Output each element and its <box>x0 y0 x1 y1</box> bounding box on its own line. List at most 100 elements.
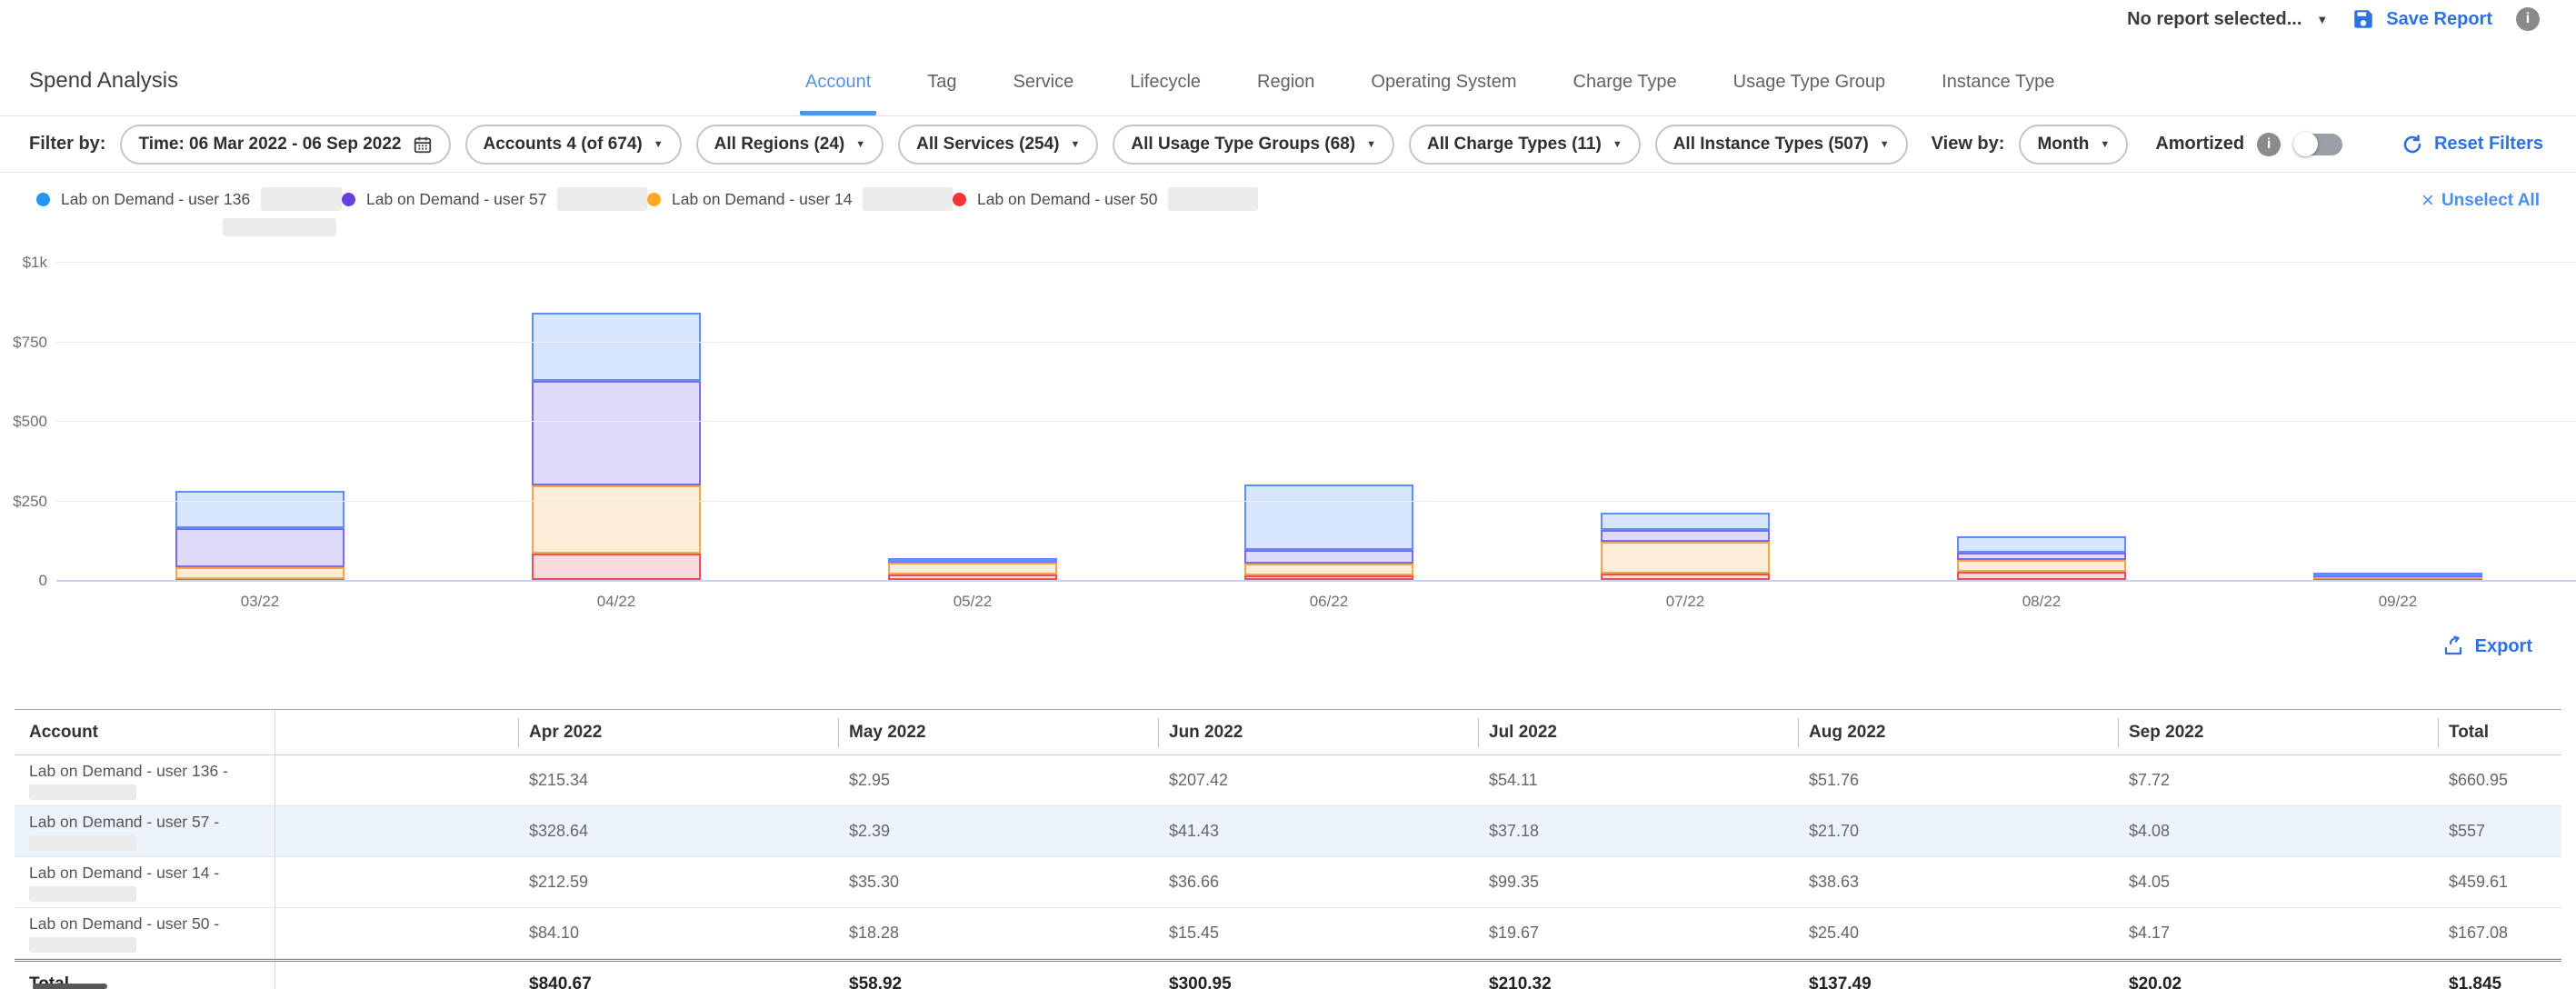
reset-filters-label: Reset Filters <box>2434 134 2543 155</box>
legend-dot-icon <box>953 193 966 206</box>
table-row-lab-on-demand-user-14[interactable]: Lab on Demand - user 14 -$212.59$35.30$3… <box>15 857 2561 908</box>
column-header-jul-2022[interactable]: Jul 2022 <box>1478 710 1798 754</box>
info-icon[interactable]: i <box>2516 7 2540 31</box>
legend-dot-icon <box>342 193 355 206</box>
legend-item-lab-on-demand-user-136[interactable]: Lab on Demand - user 136 <box>36 187 342 236</box>
bar-segment-lab-on-demand-user-14[interactable] <box>1957 560 2126 573</box>
account-cell: Lab on Demand - user 136 - <box>15 755 275 805</box>
calendar-icon <box>413 135 433 155</box>
filter-dropdown-all-usage-type-groups-68[interactable]: All Usage Type Groups (68)▼ <box>1113 125 1394 165</box>
filter-dropdown-accounts-4-of-674[interactable]: Accounts 4 (of 674)▼ <box>465 125 682 165</box>
value-cell: $41.43 <box>1158 806 1478 856</box>
column-header-jun-2022[interactable]: Jun 2022 <box>1158 710 1478 754</box>
spacer-cell <box>275 857 518 907</box>
bar-segment-lab-on-demand-user-14[interactable] <box>888 563 1057 574</box>
total-value-cell: $58.92 <box>838 962 1158 989</box>
tab-instance-type[interactable]: Instance Type <box>1936 72 2060 115</box>
amortized-info-icon[interactable]: i <box>2257 133 2281 156</box>
bar-segment-lab-on-demand-user-136[interactable] <box>1601 513 1770 530</box>
tab-tag[interactable]: Tag <box>922 72 962 115</box>
amortized-toggle[interactable] <box>2293 134 2342 155</box>
column-header-aug-2022[interactable]: Aug 2022 <box>1798 710 2118 754</box>
bar-segment-lab-on-demand-user-136[interactable] <box>1957 536 2126 553</box>
tab-service[interactable]: Service <box>1008 72 1080 115</box>
table-row-lab-on-demand-user-50[interactable]: Lab on Demand - user 50 -$84.10$18.28$15… <box>15 908 2561 959</box>
filter-dropdown-all-regions-24[interactable]: All Regions (24)▼ <box>696 125 884 165</box>
bar-segment-lab-on-demand-user-14[interactable] <box>1601 542 1770 574</box>
cell-value: $137.49 <box>1809 974 1872 989</box>
toggle-knob <box>2293 132 2318 156</box>
save-report-button[interactable]: Save Report <box>2351 7 2492 31</box>
total-value-cell: $137.49 <box>1798 962 2118 989</box>
table-row-lab-on-demand-user-136[interactable]: Lab on Demand - user 136 -$215.34$2.95$2… <box>15 755 2561 806</box>
view-by-dropdown[interactable]: Month ▼ <box>2019 125 2128 165</box>
legend-item-lab-on-demand-user-57[interactable]: Lab on Demand - user 57 <box>342 187 647 236</box>
legend-item-lab-on-demand-user-14[interactable]: Lab on Demand - user 14 <box>647 187 953 236</box>
account-name: Lab on Demand - user 57 - <box>29 813 219 831</box>
bar-segment-lab-on-demand-user-57[interactable] <box>1601 530 1770 542</box>
cell-value: $20.02 <box>2129 974 2182 989</box>
report-selector-dropdown[interactable]: No report selected... ▼ <box>2127 9 2328 30</box>
bar-segment-lab-on-demand-user-50[interactable] <box>1957 572 2126 580</box>
bar-segment-lab-on-demand-user-14[interactable] <box>1244 564 1413 575</box>
cell-value: $15.45 <box>1169 924 1219 943</box>
filter-dropdown-label: All Regions (24) <box>714 135 845 155</box>
column-header-sep-2022[interactable]: Sep 2022 <box>2118 710 2438 754</box>
tabs: Account Tag Service Lifecycle Region Operatin… <box>800 72 2060 115</box>
bar-segment-lab-on-demand-user-57[interactable] <box>1957 553 2126 560</box>
filter-dropdown-all-services-254[interactable]: All Services (254)▼ <box>898 125 1098 165</box>
bar-segment-lab-on-demand-user-136[interactable] <box>2313 573 2482 576</box>
bar-segment-lab-on-demand-user-136[interactable] <box>532 313 701 381</box>
value-cell: $4.08 <box>2118 806 2438 856</box>
cell-value: $459.61 <box>2449 873 2508 892</box>
bar-segment-lab-on-demand-user-57[interactable] <box>175 528 344 567</box>
column-header-apr-2022[interactable]: Apr 2022 <box>518 710 838 754</box>
value-cell: $51.76 <box>1798 755 2118 805</box>
bar-segment-lab-on-demand-user-50[interactable] <box>1601 574 1770 580</box>
bar-segment-lab-on-demand-user-136[interactable] <box>175 491 344 528</box>
amortized-label: Amortized <box>2155 134 2244 155</box>
cell-value: $7.72 <box>2129 771 2170 790</box>
cell-value: $38.63 <box>1809 873 1859 892</box>
value-cell: $2.95 <box>838 755 1158 805</box>
chevron-down-icon: ▼ <box>1071 139 1081 150</box>
export-label: Export <box>2475 636 2532 657</box>
account-cell-inner: Lab on Demand - user 136 - <box>29 762 228 800</box>
column-header-total[interactable]: Total <box>2438 710 2561 754</box>
bar-segment-lab-on-demand-user-136[interactable] <box>1244 485 1413 551</box>
spend-table: AccountApr 2022May 2022Jun 2022Jul 2022A… <box>15 709 2561 989</box>
filter-dropdown-all-instance-types-507[interactable]: All Instance Types (507)▼ <box>1655 125 1908 165</box>
column-header-may-2022[interactable]: May 2022 <box>838 710 1158 754</box>
cell-value: $4.08 <box>2129 822 2170 841</box>
time-filter[interactable]: Time: 06 Mar 2022 - 06 Sep 2022 <box>120 125 450 165</box>
tab-account[interactable]: Account <box>800 72 876 115</box>
tab-lifecycle[interactable]: Lifecycle <box>1124 72 1206 115</box>
unselect-all-button[interactable]: × Unselect All <box>2421 191 2540 211</box>
bar-segment-lab-on-demand-user-14[interactable] <box>532 485 701 553</box>
redacted-text <box>223 218 336 236</box>
tab-usage-type-group[interactable]: Usage Type Group <box>1728 72 1892 115</box>
tab-region[interactable]: Region <box>1252 72 1320 115</box>
legend-item-lab-on-demand-user-50[interactable]: Lab on Demand - user 50 <box>953 187 1258 236</box>
horizontal-scrollbar-thumb[interactable] <box>33 984 107 989</box>
top-bar: No report selected... ▼ Save Report i <box>0 0 2576 38</box>
filter-dropdown-label: All Usage Type Groups (68) <box>1131 135 1355 155</box>
bar-segment-lab-on-demand-user-57[interactable] <box>1244 550 1413 564</box>
cell-value: $167.08 <box>2449 924 2508 943</box>
filter-dropdown-all-charge-types-11[interactable]: All Charge Types (11)▼ <box>1409 125 1641 165</box>
bar-segment-lab-on-demand-user-57[interactable] <box>532 381 701 485</box>
reset-filters-button[interactable]: Reset Filters <box>2401 134 2543 155</box>
bar-segment-lab-on-demand-user-14[interactable] <box>175 567 344 579</box>
bar-segment-lab-on-demand-user-136[interactable] <box>888 558 1057 562</box>
redacted-text <box>863 187 953 211</box>
value-cell: $7.72 <box>2118 755 2438 805</box>
bar-segment-lab-on-demand-user-50[interactable] <box>532 554 701 580</box>
value-cell: $660.95 <box>2438 755 2561 805</box>
table-row-lab-on-demand-user-57[interactable]: Lab on Demand - user 57 -$328.64$2.39$41… <box>15 806 2561 857</box>
cell-value: $2.95 <box>849 771 890 790</box>
export-button[interactable]: Export <box>2442 635 2532 657</box>
table-header-row: AccountApr 2022May 2022Jun 2022Jul 2022A… <box>15 710 2561 755</box>
y-axis-tick-label: $750 <box>0 334 47 352</box>
tab-operating-system[interactable]: Operating System <box>1365 72 1522 115</box>
tab-charge-type[interactable]: Charge Type <box>1568 72 1682 115</box>
